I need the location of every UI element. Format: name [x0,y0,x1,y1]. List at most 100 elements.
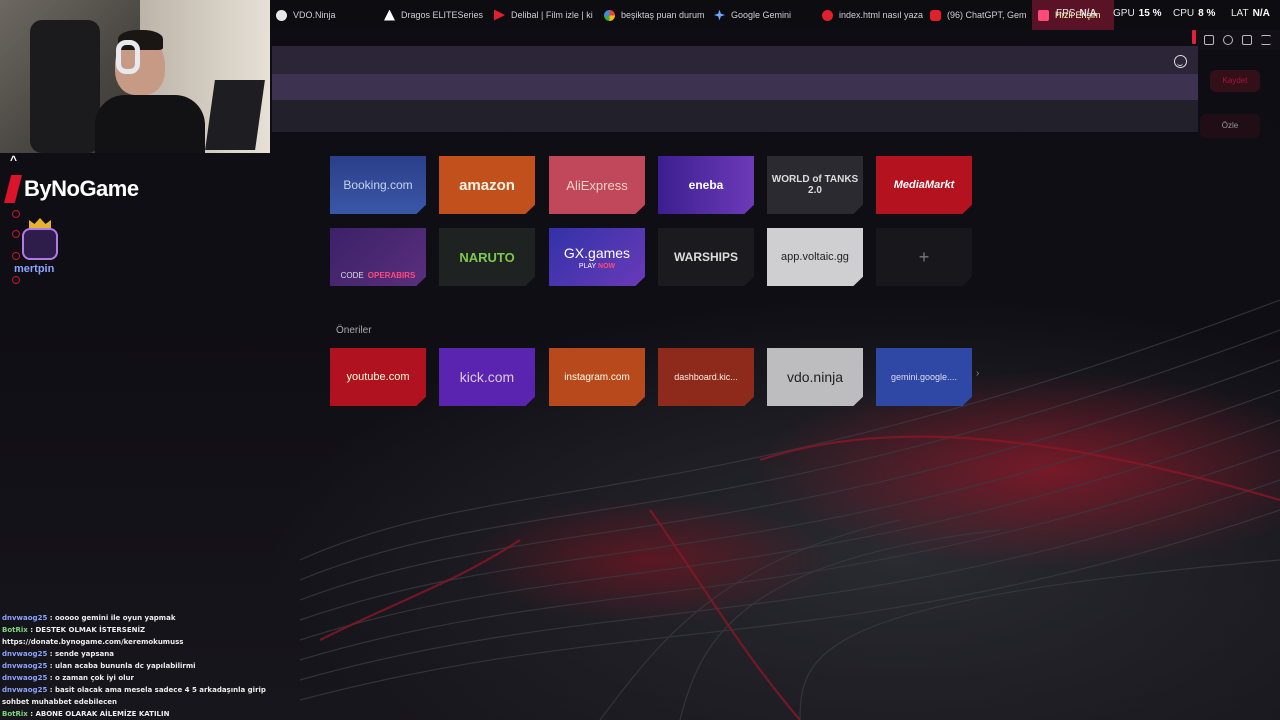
chevron-right-icon[interactable]: › [976,368,979,379]
address-dropdown [272,100,1198,132]
suggestion-instagram[interactable]: instagram.com [549,348,645,406]
suggestion-youtube[interactable]: youtube.com [330,348,426,406]
caret-up-icon: ^ [10,153,18,167]
crown-icon [29,218,51,228]
dial-voltaic[interactable]: app.voltaic.gg [767,228,863,286]
suggestion-vdo-ninja[interactable]: vdo.ninja [767,348,863,406]
chat-text: : ABONE OLARAK AİLEMİZE KATILIN [30,710,170,718]
tab-besiktas[interactable]: beşiktaş puan durum [598,0,708,30]
triangle-logo-icon [384,9,395,21]
dial-aliexpress[interactable]: AliExpress [549,156,645,214]
monitor [205,80,265,150]
tab-label: beşiktaş puan durum [621,10,705,20]
hud-gpu: GPU 15 % [1113,8,1162,19]
grid-icon [1038,9,1049,21]
toolbar-icons [1196,30,1280,50]
dial-naruto[interactable]: NARUTO [439,228,535,286]
emoji-icon[interactable] [1174,55,1187,68]
chat-message: dnvwaog25 : o zaman çok iyi olur [2,672,264,684]
chat-text: : basit olacak ama mesela sadece 4 5 ark… [49,686,266,694]
chat-text: : DESTEK OLMAK İSTERSENİZ [30,626,146,634]
chat-message: dnvwaog25 : ooooo gemini ile oyun yapmak [2,612,264,624]
chat-username: BotRix [2,710,28,718]
brand-name: ByNoGame [24,176,139,201]
tab-label: (96) ChatGPT, Gem [947,10,1027,20]
add-dial-button[interactable]: + [876,228,972,286]
menu-icon[interactable] [1261,35,1271,45]
dial-operabirds[interactable]: CODE OPERABIRS [330,228,426,286]
plus-icon: + [918,246,930,267]
google-icon [604,9,615,21]
hud-fps: FPS N/A [1056,8,1097,19]
tab-label: Delibal | Film izle | ki [511,10,593,20]
chat-overlay: dnvwaog25 : ooooo gemini ile oyun yapmak… [2,612,266,720]
chat-text: https://donate.bynogame.com/keremokumuss [2,638,184,646]
tab-index-html[interactable]: index.html nasıl yaza [816,0,924,30]
download-icon[interactable] [1242,35,1252,45]
dial-mediamarkt[interactable]: MediaMarkt [876,156,972,214]
save-button[interactable]: Kaydet [1210,70,1260,92]
youtube-icon [930,9,941,21]
dial-world-of-tanks[interactable]: WORLD of TANKS 2.0 [767,156,863,214]
tab-label: Google Gemini [731,10,792,20]
vdo-ninja-icon [276,9,287,21]
side-button[interactable]: Özle [1200,114,1260,138]
extensions-icon[interactable] [1204,35,1214,45]
tab-chatgpt[interactable]: (96) ChatGPT, Gem [924,0,1032,30]
social-ring-icon [12,276,20,284]
address-bar[interactable] [272,74,1198,100]
headphones [116,40,140,74]
suggestions-heading: Öneriler [336,325,372,336]
play-icon [494,9,505,21]
chat-message: BotRix : ABONE OLARAK AİLEMİZE KATILIN [2,708,264,720]
webcam-overlay [0,0,270,153]
chat-message: dnvwaog25 : basit olacak ama mesela sade… [2,684,266,696]
mertpin-badge [18,218,62,262]
suggestion-kick[interactable]: kick.com [439,348,535,406]
badge-label: mertpin [14,263,55,275]
chat-text: : ooooo gemini ile oyun yapmak [49,614,176,622]
tab-gemini[interactable]: Google Gemini [708,0,816,30]
chat-message: dnvwaog25 : ulan acaba bununla dc yapıla… [2,660,264,672]
tab-label: Dragos ELITESeries [401,10,484,20]
dial-amazon[interactable]: amazon [439,156,535,214]
m-logo-icon [22,228,58,260]
hud-lat: LAT N/A [1231,8,1270,19]
tab-delibal[interactable]: Delibal | Film izle | ki [488,0,598,30]
suggestion-dashboard[interactable]: dashboard.kic... [658,348,754,406]
chatgpt-icon [822,9,833,21]
bynogame-logo: ByNoGame [4,175,139,203]
tab-label: index.html nasıl yaza [839,10,924,20]
dial-warships[interactable]: WARSHIPS [658,228,754,286]
chat-message: sohbet muhabbet edebilecen [2,696,264,708]
chat-username: dnvwaog25 [2,662,48,670]
tab-label: VDO.Ninja [293,10,336,20]
chat-username: dnvwaog25 [2,686,48,694]
chat-username: dnvwaog25 [2,650,48,658]
browser-window: VDO.Ninja Dragos ELITESeries Delibal | F… [0,0,1280,720]
gemini-icon [714,9,725,21]
dial-gxgames[interactable]: GX.games PLAY NOW [549,228,645,286]
chat-username: BotRix [2,626,28,634]
tab-dragos[interactable]: Dragos ELITESeries [378,0,488,30]
social-ring-icon [12,210,20,218]
tab-vdo-ninja[interactable]: VDO.Ninja [270,0,378,30]
hud-cpu: CPU 8 % [1173,8,1216,19]
chat-text: : sende yapsana [49,650,114,658]
gaming-chair [30,20,100,153]
chat-text: sohbet muhabbet edebilecen [2,698,117,706]
chat-text: : ulan acaba bununla dc yapılabilirmi [49,662,196,670]
dial-booking[interactable]: Booking.com [330,156,426,214]
chat-username: dnvwaog25 [2,614,48,622]
chat-message: https://donate.bynogame.com/keremokumuss [2,636,264,648]
profile-icon[interactable] [1223,35,1233,45]
chat-message: BotRix : DESTEK OLMAK İSTERSENİZ [2,624,264,636]
bynogame-mark-icon [4,175,22,203]
chat-username: dnvwaog25 [2,674,48,682]
chat-message: dnvwaog25 : sende yapsana [2,648,264,660]
suggestion-gemini[interactable]: gemini.google.... [876,348,972,406]
streamer-body [95,95,205,153]
chat-text: : o zaman çok iyi olur [49,674,134,682]
dial-eneba[interactable]: eneba [658,156,754,214]
address-bar-top [272,46,1198,74]
